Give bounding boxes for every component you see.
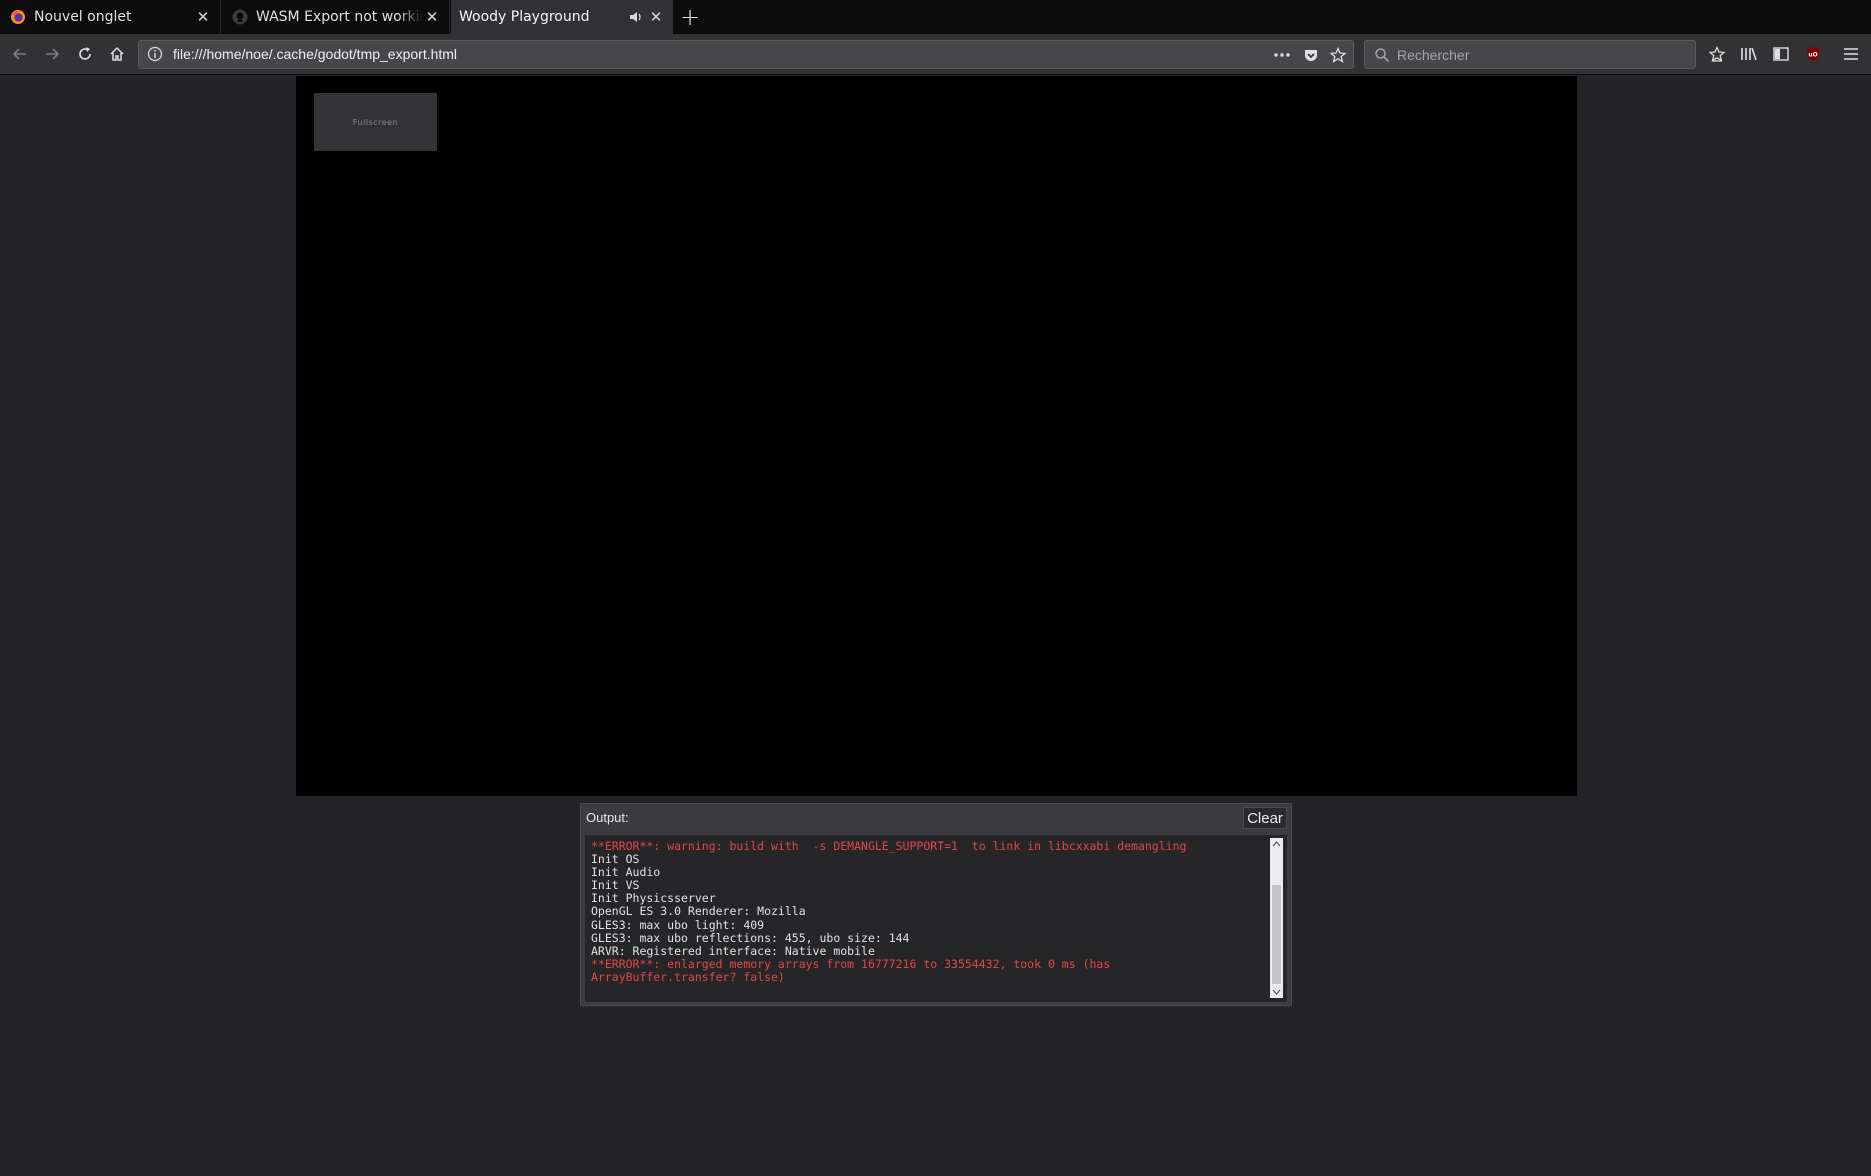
page-actions-icon[interactable]	[1271, 45, 1293, 65]
github-icon	[232, 9, 248, 25]
tab-wasm-export[interactable]: WASM Export not working pr ✕	[222, 0, 450, 34]
downloads-button[interactable]	[1704, 42, 1730, 66]
forward-icon	[46, 48, 60, 60]
output-title: Output:	[586, 810, 629, 825]
tab-woody-playground[interactable]: Woody Playground ✕	[451, 0, 673, 34]
log-line-error: **ERROR**: warning: build with -s DEMANG…	[591, 839, 1187, 853]
log-line: ARVR: Registered interface: Native mobil…	[591, 943, 875, 958]
forward-button[interactable]	[39, 42, 65, 66]
tab-label: Woody Playground	[459, 9, 590, 25]
log-line: OpenGL ES 3.0 Renderer: Mozilla	[591, 904, 806, 919]
home-icon	[110, 46, 124, 61]
library-button[interactable]	[1736, 42, 1762, 66]
tab-label: WASM Export not working pr	[256, 9, 423, 25]
output-panel: Output: Clear **ERROR**: warning: build …	[580, 803, 1292, 1006]
reload-icon	[79, 47, 91, 60]
scrollbar-thumb[interactable]	[1272, 885, 1281, 984]
log-line: Init Audio	[591, 865, 661, 880]
plus-icon: +	[679, 3, 701, 31]
log-line: GLES3: max ubo light: 409	[591, 917, 765, 932]
tab-label: Nouvel onglet	[34, 9, 132, 25]
search-bar[interactable]	[1364, 40, 1696, 69]
firefox-icon	[10, 9, 26, 25]
tab-nouvel-onglet[interactable]: Nouvel onglet ✕	[0, 0, 221, 34]
menu-icon	[1844, 48, 1858, 60]
close-icon[interactable]: ✕	[194, 8, 212, 26]
sidebar-button[interactable]	[1768, 42, 1794, 66]
search-input[interactable]	[1395, 44, 1689, 66]
home-button[interactable]	[104, 42, 130, 66]
url-bar[interactable]: file:///home/noe/.cache/godot/tmp_export…	[138, 40, 1354, 69]
clear-button[interactable]: Clear	[1243, 807, 1287, 829]
sidebar-icon	[1773, 47, 1789, 61]
downloads-icon	[1709, 46, 1725, 62]
search-icon	[1375, 48, 1390, 63]
log-line-error: **ERROR**: enlarged memory arrays from 1…	[591, 956, 1118, 984]
ublock-icon: uO	[1807, 47, 1819, 61]
game-canvas[interactable]: Fullscreen	[296, 76, 1577, 796]
svg-text:uO: uO	[1808, 52, 1817, 59]
output-log-area[interactable]: **ERROR**: warning: build with -s DEMANG…	[585, 835, 1287, 1002]
pocket-icon[interactable]	[1300, 45, 1322, 65]
output-scrollbar[interactable]	[1270, 838, 1283, 998]
fullscreen-button[interactable]: Fullscreen	[314, 93, 437, 151]
menu-button[interactable]	[1838, 42, 1864, 66]
log-line: GLES3: max ubo reflections: 455, ubo siz…	[591, 930, 910, 945]
tab-strip: Nouvel onglet ✕ WASM Export not working …	[0, 0, 1871, 34]
navigation-toolbar: file:///home/noe/.cache/godot/tmp_export…	[0, 34, 1871, 75]
scroll-down-icon[interactable]	[1270, 986, 1283, 998]
close-icon[interactable]: ✕	[423, 8, 441, 26]
reload-button[interactable]	[72, 42, 98, 66]
ublock-button[interactable]: uO	[1800, 42, 1826, 66]
info-icon[interactable]	[147, 46, 163, 62]
new-tab-button[interactable]: +	[676, 0, 704, 34]
library-icon	[1741, 47, 1757, 61]
bookmark-star-icon[interactable]	[1327, 45, 1349, 65]
scroll-up-icon[interactable]	[1270, 838, 1283, 850]
back-button[interactable]	[7, 42, 33, 66]
log-line: Init OS	[591, 852, 640, 867]
speaker-icon[interactable]	[627, 8, 645, 26]
url-text[interactable]: file:///home/noe/.cache/godot/tmp_export…	[173, 46, 457, 62]
output-log: **ERROR**: warning: build with -s DEMANG…	[591, 839, 1261, 984]
back-icon	[12, 48, 26, 60]
output-header: Output: Clear	[581, 804, 1291, 830]
close-icon[interactable]: ✕	[647, 8, 665, 26]
